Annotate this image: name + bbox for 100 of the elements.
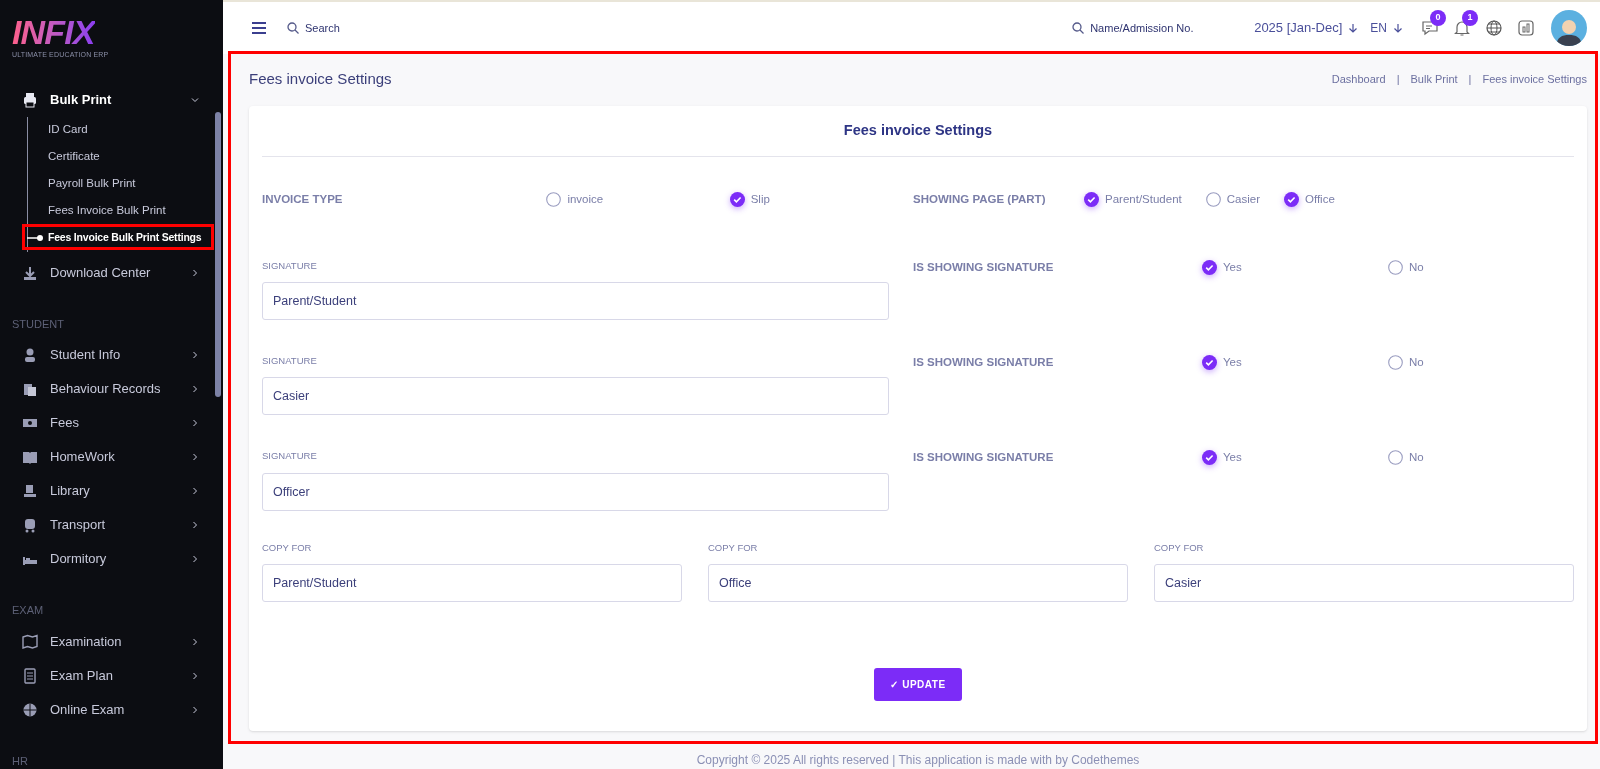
download-icon (22, 264, 38, 281)
choice-option[interactable]: Yes (1202, 449, 1388, 467)
chat-icon (1421, 19, 1439, 37)
arrow-down-icon (1348, 23, 1359, 33)
signature-input[interactable]: Parent/Student (262, 282, 889, 320)
section-heading: EXAM (11, 603, 44, 618)
choice-option[interactable]: No (1388, 449, 1574, 467)
count-badge: 0 (1430, 10, 1446, 26)
avatar[interactable] (1551, 10, 1587, 46)
menu-icon (251, 22, 267, 34)
submenu-link[interactable]: Fees Invoice Bulk Print Settings (48, 230, 202, 246)
copy-input[interactable]: Parent/Student (262, 563, 682, 602)
field-label: SHOWING PAGE (PART) (913, 192, 1047, 208)
field-label: INVOICE TYPE (262, 192, 344, 208)
choice-option[interactable]: No (1388, 258, 1574, 276)
chevron-icon (191, 95, 199, 104)
field-label: IS SHOWING SIGNATURE (913, 259, 1055, 275)
messages-button[interactable]: 0 (1421, 10, 1447, 37)
chevron-icon (191, 671, 199, 680)
person-icon (22, 347, 38, 363)
signature-input[interactable]: Casier (262, 377, 889, 416)
copy-input[interactable]: Office (708, 563, 1128, 602)
language-dropdown[interactable]: EN (1370, 19, 1403, 37)
submenu-link[interactable]: Payroll Bulk Print (48, 175, 136, 193)
sidebar-item[interactable]: Student Info (0, 338, 223, 372)
search-icon (287, 22, 299, 34)
field-label: COPY FOR (262, 540, 312, 555)
sidebar-item[interactable]: Exam Plan (0, 658, 223, 693)
field-label: IS SHOWING SIGNATURE (913, 450, 1055, 466)
chevron-icon (191, 637, 199, 646)
chevron-icon (191, 487, 199, 495)
field-label: COPY FOR (1154, 540, 1204, 555)
arrow-down-icon (1393, 23, 1403, 33)
chevron-icon (191, 385, 199, 393)
menu-button[interactable] (249, 20, 269, 36)
bell-icon (1453, 19, 1471, 37)
field-label: SIGNATURE (262, 258, 317, 273)
choice-option[interactable]: Yes (1202, 258, 1388, 276)
sidebar-item[interactable]: Examination (0, 624, 223, 659)
page-title: Fees invoice Settings (249, 68, 392, 89)
globe-icon (1485, 19, 1503, 37)
choice-option[interactable]: Yes (1202, 354, 1388, 372)
sidebar-item[interactable]: Fees (0, 406, 223, 440)
section-heading: STUDENT (11, 316, 64, 332)
sidebar-item[interactable]: Download Center (0, 255, 223, 290)
choice-option[interactable]: Slip (729, 191, 913, 209)
chevron-icon (191, 419, 199, 427)
sidebar-item[interactable]: Transport (0, 508, 223, 542)
submenu-link[interactable]: Fees Invoice Bulk Print (48, 202, 166, 220)
active-marker-icon (27, 234, 43, 241)
chevron-icon (191, 555, 199, 563)
scrollbar-thumb[interactable] (215, 112, 221, 397)
choice-option[interactable]: Parent/Student (1084, 191, 1182, 209)
sidebar-item[interactable]: Dormitory (0, 542, 223, 576)
update-button[interactable]: ✓ UPDATE (874, 667, 962, 701)
chevron-icon (191, 268, 199, 277)
notifications-button[interactable]: 1 (1453, 10, 1479, 37)
copy-input[interactable]: Casier (1154, 563, 1574, 602)
submenu-link[interactable]: Certificate (48, 148, 100, 166)
clipboard-icon (22, 667, 38, 684)
chart-icon (1517, 19, 1535, 37)
signature-input[interactable]: Officer (262, 472, 889, 511)
printer-icon (22, 91, 38, 108)
chevron-icon (191, 705, 199, 714)
chevron-icon (191, 453, 199, 461)
sidebar-item[interactable]: Behaviour Records (0, 372, 223, 406)
breadcrumb-link[interactable]: Bulk Print (1410, 70, 1458, 88)
field-label: IS SHOWING SIGNATURE (913, 355, 1055, 370)
robot-icon (22, 517, 38, 533)
section-heading: HR (11, 753, 28, 769)
breadcrumb-link[interactable]: Dashboard (1331, 70, 1386, 88)
search-field[interactable]: Search (305, 19, 455, 37)
map-icon (22, 633, 38, 650)
breadcrumb-separator: | (1396, 71, 1400, 87)
card-title: Fees invoice Settings (262, 120, 1574, 157)
documents-icon (22, 381, 38, 397)
breadcrumb-link[interactable]: Fees invoice Settings (1482, 70, 1587, 88)
sidebar-item[interactable]: Online Exam (0, 692, 223, 727)
count-badge: 1 (1462, 10, 1478, 26)
breadcrumb-separator: | (1468, 71, 1472, 87)
chevron-icon (191, 521, 199, 529)
student-search-field[interactable]: Name/Admission No. (1090, 19, 1221, 37)
sidebar-item[interactable]: HomeWork (0, 440, 223, 474)
person-silhouette-icon (1556, 18, 1582, 46)
choice-option[interactable]: Casier (1205, 191, 1260, 209)
footer-text: Copyright © 2025 All rights reserved | This application is made with by Codethemes (695, 752, 1141, 769)
session-dropdown[interactable]: 2025 [Jan-Dec] (1254, 18, 1359, 38)
globe-icon (22, 701, 38, 718)
reader-icon (22, 483, 38, 499)
choice-option[interactable]: No (1388, 354, 1574, 372)
submenu-link[interactable]: ID Card (48, 121, 88, 139)
book-icon (22, 449, 38, 465)
sidebar-item[interactable]: Library (0, 474, 223, 508)
choice-option[interactable]: Office (1283, 191, 1335, 209)
field-label: SIGNATURE (262, 354, 317, 368)
search-icon (1072, 22, 1085, 34)
choice-option[interactable]: invoice (546, 191, 730, 209)
field-label: SIGNATURE (262, 449, 317, 464)
field-label: COPY FOR (708, 540, 758, 555)
sidebar-item[interactable]: Bulk Print (0, 82, 223, 117)
